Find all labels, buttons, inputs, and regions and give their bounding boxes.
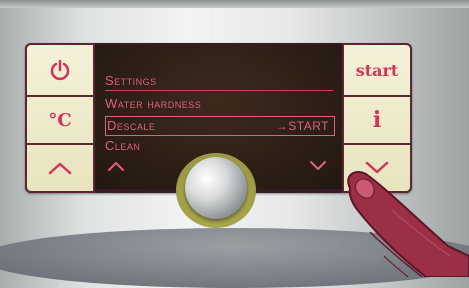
menu-item-label: Descale [107,118,156,133]
menu-item-label: Water hardness [105,96,202,111]
chevron-up-icon [108,162,124,171]
left-key-column: °C [25,43,95,193]
pointing-finger [347,170,469,277]
start-label: start [355,60,399,80]
temperature-button[interactable]: °C [27,95,93,143]
rotary-selector-knob[interactable] [185,157,247,219]
info-button[interactable]: i [344,95,410,143]
menu-item-label: Clean [105,138,141,153]
menu-divider [105,90,333,91]
menu-item-settings[interactable]: Settings [105,71,333,91]
temperature-icon: °C [48,109,72,131]
power-icon [50,59,70,81]
menu-item-label: Settings [105,73,157,88]
appliance-top-edge [0,0,469,8]
scroll-up-button[interactable] [27,143,93,191]
power-button[interactable] [27,45,93,95]
start-action-label: →START [275,119,329,133]
info-icon: i [372,107,382,133]
menu-item-descale[interactable]: Descale →START [105,116,335,136]
start-button[interactable]: start [344,45,410,95]
chevron-up-icon [48,162,72,175]
chevron-down-icon [310,161,326,170]
menu-item-water-hardness[interactable]: Water hardness [105,94,333,114]
